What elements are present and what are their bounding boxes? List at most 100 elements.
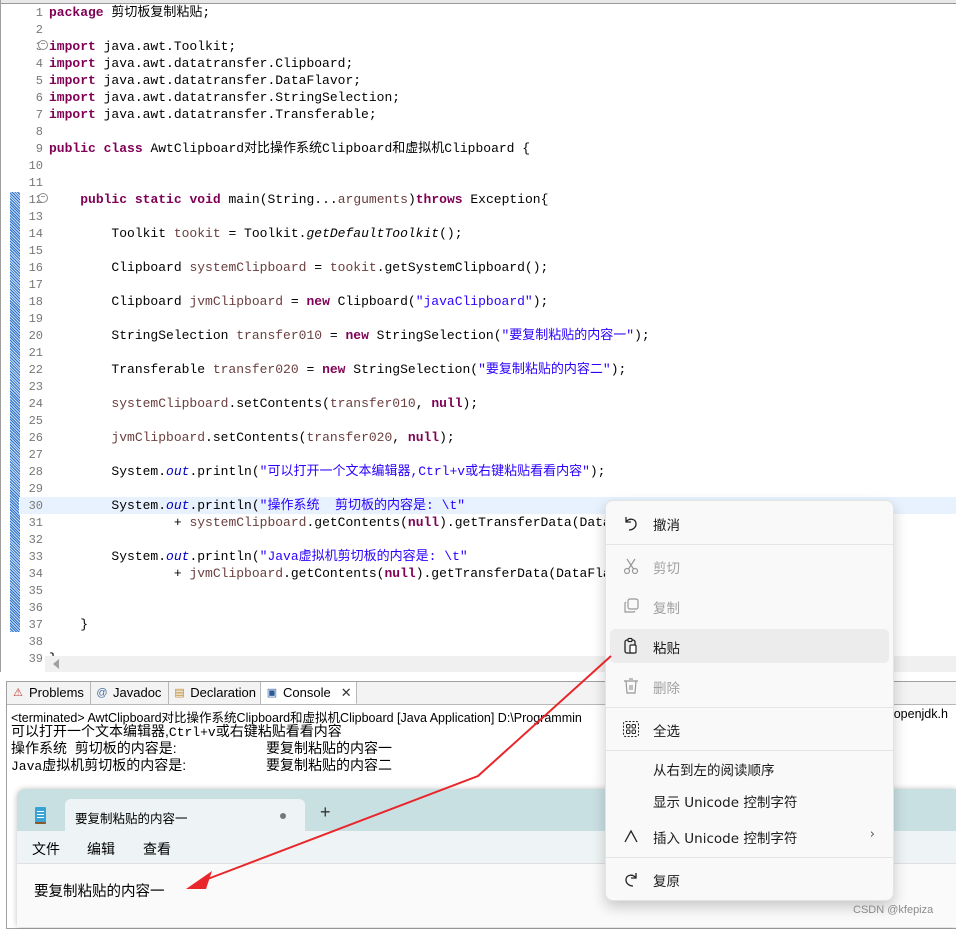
code-text: systemClipboard.setContents(transfer010,… <box>111 396 479 411</box>
code-line[interactable]: 23 <box>19 378 956 395</box>
console-output[interactable]: 可以打开一个文本编辑器,Ctrl+v或右键粘贴看看内容 操作系统 剪切板的内容是… <box>11 723 392 774</box>
javadoc-icon: @ <box>96 687 108 699</box>
line-number: 32 <box>28 533 43 547</box>
line-number: 27 <box>28 448 43 462</box>
menu-file[interactable]: 文件 <box>32 839 60 859</box>
code-line[interactable]: 12− public static void main(String...arg… <box>19 191 956 208</box>
code-text: import java.awt.Toolkit; <box>49 39 237 54</box>
notepad-text-area[interactable]: 要复制粘贴的内容一 <box>34 880 165 901</box>
tab-problems[interactable]: ⚠ Problems <box>7 682 91 704</box>
paste-icon <box>624 637 637 654</box>
console-line: Java虚拟机剪切板的内容是: 要复制粘贴的内容二 <box>11 757 392 774</box>
menu-item-show-unicode[interactable]: 显示 Unicode 控制字符 <box>610 783 889 817</box>
code-text: StringSelection transfer010 = new String… <box>49 328 650 343</box>
line-number: 21 <box>28 346 43 360</box>
menu-item-undo[interactable]: 撤消 <box>610 506 889 540</box>
line-number: 2 <box>35 23 43 37</box>
cut-icon <box>623 558 639 575</box>
fold-toggle-icon[interactable]: − <box>38 40 48 50</box>
tab-javadoc[interactable]: @ Javadoc <box>91 682 169 704</box>
code-text: System.out.println("可以打开一个文本编辑器,Ctrl+v或右… <box>49 464 606 479</box>
code-line[interactable]: 26 jvmClipboard.setContents(transfer020,… <box>19 429 956 446</box>
close-icon[interactable]: ✕ <box>341 682 352 704</box>
code-text: public static void main(String...argumen… <box>80 192 549 207</box>
code-line[interactable]: 3−import java.awt.Toolkit; <box>19 38 956 55</box>
code-text: import java.awt.datatransfer.Transferabl… <box>49 107 377 122</box>
code-line[interactable]: 24 systemClipboard.setContents(transfer0… <box>19 395 956 412</box>
delete-icon <box>624 678 638 694</box>
code-line[interactable]: 5 import java.awt.datatransfer.DataFlavor… <box>19 72 956 89</box>
code-line[interactable]: 10 <box>19 157 956 174</box>
line-number: 29 <box>28 482 43 496</box>
code-line[interactable]: 16 Clipboard systemClipboard = tookit.ge… <box>19 259 956 276</box>
menu-item-delete[interactable]: 删除 <box>610 669 889 703</box>
code-text: System.out.println("操作系统 剪切板的内容是: \t" <box>49 498 466 513</box>
code-line[interactable]: 22 Transferable transfer020 = new String… <box>19 361 956 378</box>
fold-toggle-icon[interactable]: − <box>38 193 48 203</box>
console-icon: ▣ <box>266 686 278 699</box>
code-line[interactable]: 21 <box>19 344 956 361</box>
scroll-left-arrow-icon[interactable] <box>53 659 59 669</box>
code-line[interactable]: 28 System.out.println("可以打开一个文本编辑器,Ctrl+… <box>19 463 956 480</box>
code-line[interactable]: 13 <box>19 208 956 225</box>
code-line[interactable]: 1 package 剪切板复制粘贴; <box>19 4 956 21</box>
code-text: jvmClipboard.setContents(transfer020, nu… <box>111 430 455 445</box>
select-all-icon <box>623 721 639 737</box>
code-line[interactable]: 11 <box>19 174 956 191</box>
line-number: 38 <box>28 635 43 649</box>
code-line[interactable]: 2 <box>19 21 956 38</box>
code-line[interactable]: 19 <box>19 310 956 327</box>
code-line[interactable]: 4 import java.awt.datatransfer.Clipboard; <box>19 55 956 72</box>
menu-item-paste[interactable]: 粘贴 <box>610 629 889 663</box>
tab-declaration[interactable]: ▤ Declaration <box>169 682 261 704</box>
line-number: 14 <box>28 227 43 241</box>
menu-item-cut[interactable]: 剪切 <box>610 549 889 583</box>
menu-item-reconversion[interactable]: 复原 <box>610 862 889 896</box>
code-text: } <box>49 617 89 632</box>
tab-console[interactable]: ▣ Console ✕ <box>261 682 357 704</box>
code-line[interactable]: 20 StringSelection transfer010 = new Str… <box>19 327 956 344</box>
menu-edit[interactable]: 编辑 <box>87 839 115 859</box>
line-number: 4 <box>35 57 43 71</box>
line-number: 20 <box>28 329 43 343</box>
new-tab-button[interactable]: + <box>320 803 331 821</box>
code-line[interactable]: 7 import java.awt.datatransfer.Transferab… <box>19 106 956 123</box>
code-text: System.out.println("Java虚拟机剪切板的内容是: \t" <box>49 549 468 564</box>
code-line[interactable]: 15 <box>19 242 956 259</box>
line-number: 33 <box>28 550 43 564</box>
code-text: import java.awt.datatransfer.StringSelec… <box>49 90 401 105</box>
code-line[interactable]: 14 Toolkit tookit = Toolkit.getDefaultTo… <box>19 225 956 242</box>
chevron-right-icon: › <box>869 827 875 842</box>
menu-item-insert-unicode[interactable]: 插入 Unicode 控制字符 › <box>610 819 889 853</box>
copy-icon <box>624 598 639 613</box>
notepad-tab[interactable]: 要复制粘贴的内容一 <box>65 799 305 831</box>
menu-view[interactable]: 查看 <box>143 839 171 859</box>
code-line[interactable]: 8 <box>19 123 956 140</box>
line-number: 15 <box>28 244 43 258</box>
code-line[interactable]: 25 <box>19 412 956 429</box>
insert-unicode-icon <box>624 829 638 843</box>
line-number: 10 <box>28 159 43 173</box>
watermark: CSDN @kfepiza <box>853 904 934 916</box>
code-line[interactable]: 17 <box>19 276 956 293</box>
menu-item-select-all[interactable]: 全选 <box>610 712 889 746</box>
line-number: 37 <box>28 618 43 632</box>
menu-item-copy[interactable]: 复制 <box>610 589 889 623</box>
menu-item-rtl-reading-order[interactable]: 从右到左的阅读顺序 <box>610 751 889 785</box>
line-number: 5 <box>35 74 43 88</box>
code-line[interactable]: 9 public class AwtClipboard对比操作系统Clipboar… <box>19 140 956 157</box>
code-text: package 剪切板复制粘贴; <box>49 5 211 20</box>
line-number: 13 <box>28 210 43 224</box>
line-number: 36 <box>28 601 43 615</box>
unsaved-dot-icon[interactable] <box>280 813 286 819</box>
line-number: 35 <box>28 584 43 598</box>
code-line[interactable]: 29 <box>19 480 956 497</box>
line-number: 30 <box>28 499 43 513</box>
line-number: 28 <box>28 465 43 479</box>
line-number: 25 <box>28 414 43 428</box>
line-number: 31 <box>28 516 43 530</box>
line-number: 7 <box>35 108 43 122</box>
code-line[interactable]: 6 import java.awt.datatransfer.StringSele… <box>19 89 956 106</box>
code-line[interactable]: 27 <box>19 446 956 463</box>
code-line[interactable]: 18 Clipboard jvmClipboard = new Clipboar… <box>19 293 956 310</box>
